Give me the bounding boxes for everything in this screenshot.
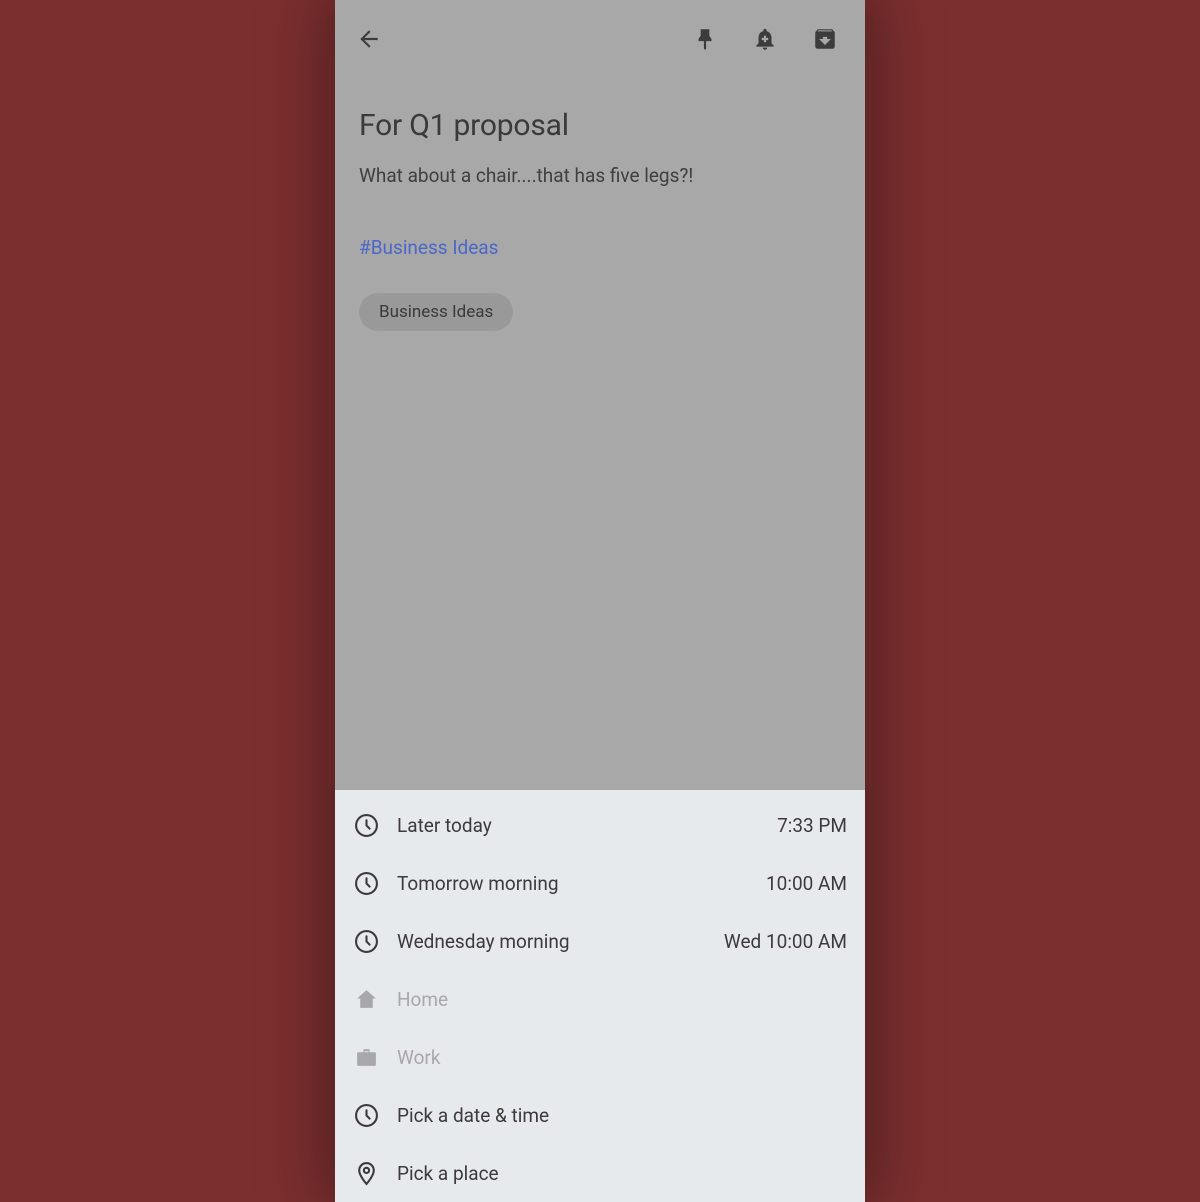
reminder-option-home[interactable]: Home <box>335 970 865 1028</box>
label-chip[interactable]: Business Ideas <box>359 293 513 331</box>
arrow-left-icon <box>356 26 382 52</box>
briefcase-icon <box>353 1044 379 1070</box>
option-label: Home <box>397 988 847 1011</box>
reminder-bottom-sheet: Later today 7:33 PM Tomorrow morning 10:… <box>335 790 865 1202</box>
location-pin-icon <box>353 1160 379 1186</box>
archive-button[interactable] <box>809 23 841 55</box>
clock-icon <box>353 870 379 896</box>
option-time: Wed 10:00 AM <box>724 930 847 953</box>
archive-icon <box>812 26 838 52</box>
bell-add-icon <box>752 26 778 52</box>
option-label: Later today <box>397 814 777 837</box>
option-label: Tomorrow morning <box>397 872 766 895</box>
option-time: 10:00 AM <box>766 872 847 895</box>
reminder-option-work[interactable]: Work <box>335 1028 865 1086</box>
phone-screen: For Q1 proposal What about a chair....th… <box>335 0 865 1202</box>
note-body[interactable]: What about a chair....that has five legs… <box>359 163 841 190</box>
option-label: Work <box>397 1046 847 1069</box>
note-hashtag[interactable]: #Business Ideas <box>359 236 841 259</box>
reminder-option-pick-place[interactable]: Pick a place <box>335 1144 865 1202</box>
clock-icon <box>353 812 379 838</box>
reminder-button[interactable] <box>749 23 781 55</box>
option-label: Pick a place <box>397 1162 847 1185</box>
reminder-option-pick-date-time[interactable]: Pick a date & time <box>335 1086 865 1144</box>
content-spacer <box>335 331 865 790</box>
note-content: For Q1 proposal What about a chair....th… <box>335 78 865 331</box>
reminder-option-wednesday-morning[interactable]: Wednesday morning Wed 10:00 AM <box>335 912 865 970</box>
home-icon <box>353 986 379 1012</box>
pushpin-icon <box>692 26 718 52</box>
clock-icon <box>353 1102 379 1128</box>
option-time: 7:33 PM <box>777 814 847 837</box>
clock-icon <box>353 928 379 954</box>
reminder-option-later-today[interactable]: Later today 7:33 PM <box>335 796 865 854</box>
option-label: Pick a date & time <box>397 1104 847 1127</box>
reminder-option-tomorrow-morning[interactable]: Tomorrow morning 10:00 AM <box>335 854 865 912</box>
back-button[interactable] <box>353 23 385 55</box>
note-title[interactable]: For Q1 proposal <box>359 108 841 143</box>
pin-button[interactable] <box>689 23 721 55</box>
top-bar <box>335 0 865 78</box>
option-label: Wednesday morning <box>397 930 724 953</box>
